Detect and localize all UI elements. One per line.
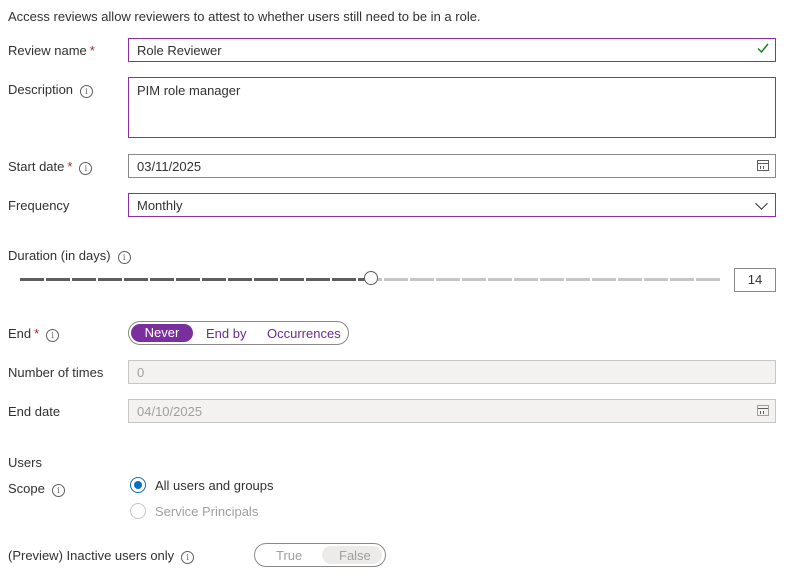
description-value: PIM role manager [137, 83, 241, 98]
radio-service-principals [130, 503, 146, 519]
required-asterisk: * [67, 159, 73, 174]
checkmark-icon [757, 43, 769, 54]
number-of-times-value: 0 [137, 365, 145, 380]
description-textarea[interactable]: PIM role manager [128, 77, 776, 138]
required-asterisk: * [89, 43, 95, 58]
end-date-input: 04/10/2025 [128, 399, 776, 423]
calendar-icon[interactable] [757, 160, 769, 171]
radio-all-users-and-groups[interactable] [130, 477, 146, 493]
end-label: End * i [8, 326, 60, 342]
inactive-users-label: (Preview) Inactive users only i [8, 548, 195, 564]
end-toggle-group: Never End by Occurrences [128, 321, 349, 345]
duration-label-text: Duration (in days) [8, 248, 111, 263]
chevron-down-icon [755, 197, 768, 210]
frequency-label: Frequency [8, 198, 70, 213]
description-label-text: Description [8, 82, 74, 97]
users-heading: Users [8, 455, 42, 470]
info-icon[interactable]: i [181, 551, 195, 564]
frequency-dropdown[interactable]: Monthly [128, 193, 776, 217]
review-name-label: Review name * [8, 43, 95, 58]
review-name-input[interactable]: Role Reviewer [128, 38, 776, 62]
radio-label-all-users[interactable]: All users and groups [155, 478, 274, 493]
duration-slider-thumb[interactable] [364, 271, 378, 285]
intro-text: Access reviews allow reviewers to attest… [8, 9, 481, 24]
info-icon[interactable]: i [46, 329, 60, 342]
review-name-label-text: Review name [8, 43, 87, 58]
inactive-option-true: True [276, 548, 303, 563]
duration-label: Duration (in days) i [8, 248, 131, 264]
start-date-label: Start date * i [8, 159, 93, 175]
number-of-times-label: Number of times [8, 365, 104, 380]
end-option-occurrences[interactable]: Occurrences [267, 326, 341, 341]
end-option-never[interactable]: Never [131, 324, 193, 342]
start-date-input[interactable]: 03/11/2025 [128, 154, 776, 178]
description-label: Description i [8, 82, 94, 98]
info-icon[interactable]: i [117, 251, 131, 264]
end-option-end-by[interactable]: End by [206, 326, 246, 341]
info-icon[interactable]: i [51, 484, 65, 497]
duration-input[interactable]: 14 [734, 268, 776, 292]
info-icon[interactable]: i [80, 85, 94, 98]
number-of-times-input: 0 [128, 360, 776, 384]
end-date-value: 04/10/2025 [137, 404, 203, 419]
review-name-value: Role Reviewer [137, 43, 222, 58]
end-label-text: End [8, 326, 32, 341]
inactive-option-false: False [339, 548, 371, 563]
inactive-users-toggle: True False [254, 543, 386, 567]
frequency-value: Monthly [137, 198, 183, 213]
info-icon[interactable]: i [79, 162, 93, 175]
calendar-icon [757, 405, 769, 416]
inactive-users-label-text: (Preview) Inactive users only [8, 548, 175, 563]
start-date-value: 03/11/2025 [137, 159, 202, 174]
required-asterisk: * [34, 326, 40, 341]
radio-label-service-principals: Service Principals [155, 504, 259, 519]
scope-label: Scope i [8, 481, 65, 497]
start-date-label-text: Start date [8, 159, 65, 174]
end-date-label: End date [8, 404, 61, 419]
scope-label-text: Scope [8, 481, 45, 496]
